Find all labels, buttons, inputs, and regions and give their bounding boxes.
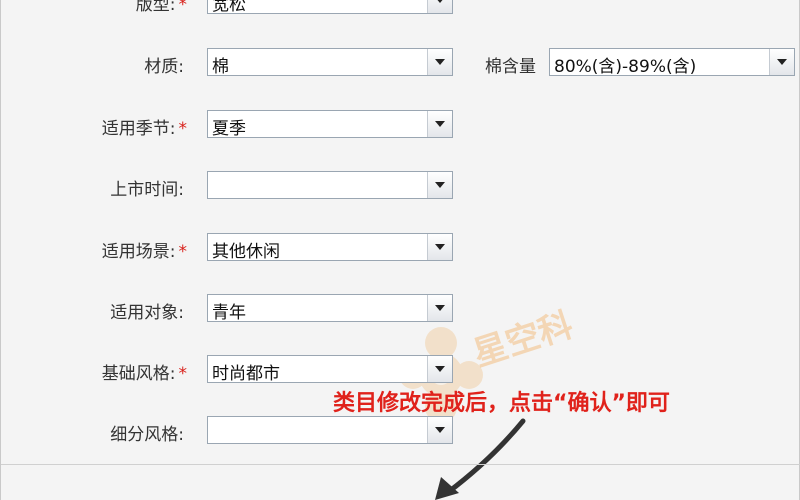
select-base-style[interactable]: 时尚都市 (207, 355, 453, 384)
chevron-down-icon[interactable] (427, 234, 452, 260)
divider (1, 464, 800, 465)
field-row-sub-style: 细分风格: (1, 416, 800, 446)
select-target-group-value: 青年 (212, 303, 246, 323)
select-fit-value: 宽松 (212, 0, 246, 15)
select-season[interactable]: 夏季 (207, 110, 453, 139)
select-launch-time[interactable] (207, 171, 453, 199)
field-label-material: 材质: (144, 57, 184, 77)
select-cotton-content-value: 80%(含)-89%(含) (554, 57, 697, 77)
field-row-scene: 适用场景: * 其他休闲 (1, 233, 800, 263)
field-label-launch-time: 上市时间: (110, 180, 184, 200)
field-label-base-style: 基础风格: * (101, 364, 188, 384)
field-label-fit: 版型: * (136, 0, 187, 15)
select-scene[interactable]: 其他休闲 (207, 233, 453, 262)
select-sub-style[interactable] (207, 416, 453, 444)
select-scene-value: 其他休闲 (212, 242, 280, 262)
field-row-material: 材质: 棉 棉含量 80%(含)-89%(含) (1, 48, 800, 78)
field-row-fit: 版型: * 宽松 (1, 0, 800, 16)
field-row-season: 适用季节: * 夏季 (1, 110, 800, 140)
chevron-down-icon[interactable] (427, 111, 452, 137)
select-fit[interactable]: 宽松 (207, 0, 453, 15)
select-material-value: 棉 (212, 57, 229, 77)
field-label-scene: 适用场景: * (101, 242, 188, 262)
annotation-text: 类目修改完成后，点击“确认”即可 (333, 391, 670, 416)
field-label-cotton-content: 棉含量 (485, 57, 536, 77)
field-label-sub-style: 细分风格: (110, 425, 184, 445)
required-mark: * (178, 242, 188, 262)
select-base-style-value: 时尚都市 (212, 364, 280, 384)
chevron-down-icon[interactable] (427, 172, 452, 198)
select-season-value: 夏季 (212, 119, 246, 139)
chevron-down-icon[interactable] (427, 356, 452, 382)
field-label-season: 适用季节: * (101, 119, 188, 139)
required-mark: * (178, 364, 188, 384)
field-row-launch-time: 上市时间: (1, 171, 800, 201)
field-row-base-style: 基础风格: * 时尚都市 (1, 355, 800, 385)
select-cotton-content[interactable]: 80%(含)-89%(含) (549, 48, 795, 77)
annotation-arrow-icon (435, 418, 526, 500)
required-mark: * (178, 119, 188, 139)
required-mark: * (178, 0, 188, 15)
form-panel: 版型: * 宽松 材质: 棉 棉含量 80%(含)-89%(含) 适用季节: * 夏… (0, 0, 800, 500)
chevron-down-icon[interactable] (427, 0, 452, 13)
select-material[interactable]: 棉 (207, 48, 453, 77)
chevron-down-icon[interactable] (427, 49, 452, 75)
field-label-target-group: 适用对象: (110, 303, 184, 323)
chevron-down-icon[interactable] (769, 49, 794, 75)
